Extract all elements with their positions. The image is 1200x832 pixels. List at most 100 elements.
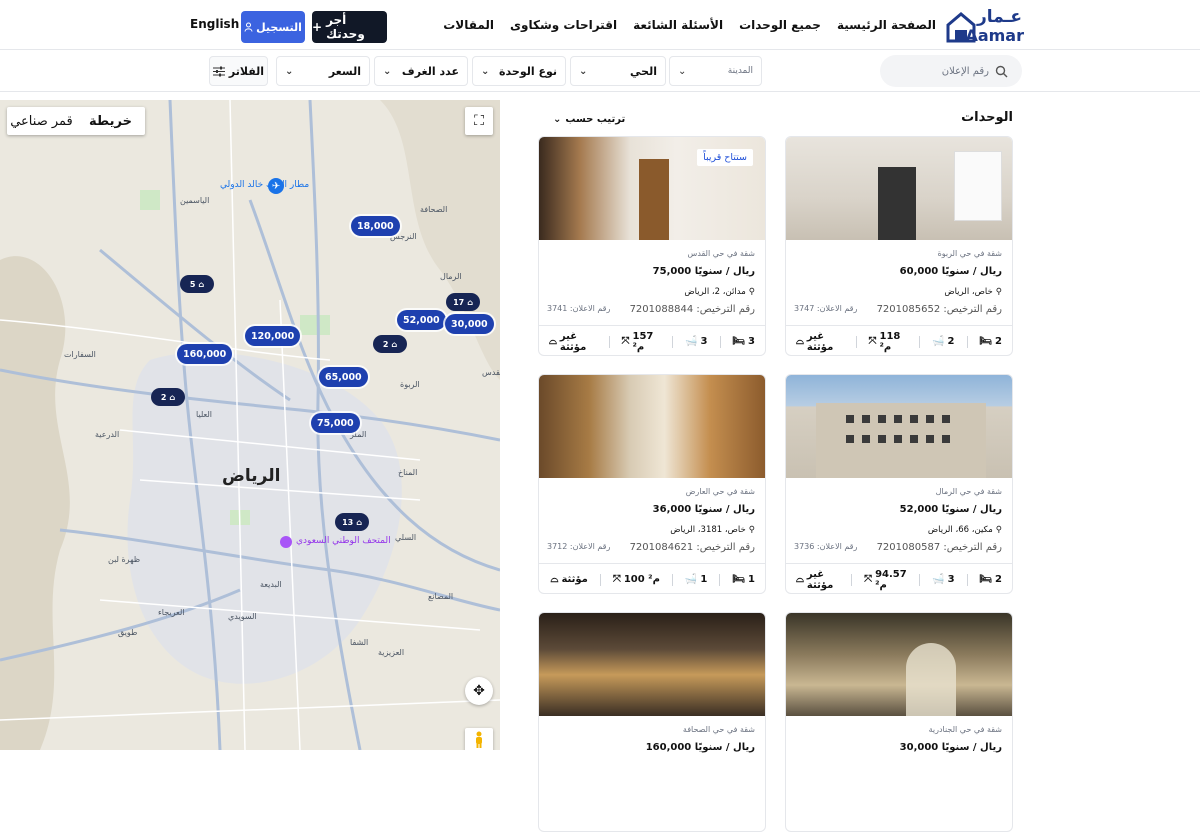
rooms-select[interactable]: ⌄ عدد الغرف — [374, 56, 468, 86]
unit-photo[interactable] — [539, 375, 765, 478]
search-icon — [995, 65, 1008, 77]
baths-count: 3 — [947, 574, 955, 585]
unit-card[interactable]: شقة في حي الرمال 52,000 ريال / سنويًا ⚲ م… — [785, 374, 1013, 594]
unit-photo[interactable] — [786, 137, 1012, 240]
unit-address: ⚲ خاص، 3181، الرياض — [670, 525, 755, 535]
cluster-marker[interactable]: 5 ⌂ — [180, 275, 214, 293]
unit-location: شقة في حي العارض — [685, 487, 755, 496]
district-select[interactable]: ⌄ الحي — [570, 56, 666, 86]
map-district-label: الصحافة — [420, 205, 448, 214]
arch-shape — [906, 643, 956, 716]
street-view-icon[interactable] — [465, 728, 493, 750]
plus-icon: + — [312, 20, 323, 34]
price-pin[interactable]: 18,000 — [351, 216, 400, 236]
cluster-marker[interactable]: 13 ⌂ — [335, 513, 369, 531]
price-pin[interactable]: 120,000 — [245, 326, 301, 346]
unit-photo[interactable] — [539, 613, 765, 716]
chevron-down-icon: ⌄ — [579, 65, 588, 77]
nav-home[interactable]: الصفحة الرئيسية — [837, 18, 936, 32]
unit-photo[interactable] — [786, 375, 1012, 478]
price-select[interactable]: ⌄ السعر — [276, 56, 370, 86]
unit-license: رقم الترخيص: 7201088844 — [629, 304, 755, 315]
map-district-label: القدس — [482, 368, 500, 377]
bath-icon: 🛁 — [932, 336, 945, 347]
unit-features: 🛏 2 🛁 3 ⤧ 94.57 م² ⌓ غير مؤثثة — [786, 563, 1012, 593]
furnished-value: مؤثثة — [561, 574, 588, 585]
price-pin[interactable]: 75,000 — [311, 413, 360, 433]
city-select[interactable]: ⌄ المدينة — [669, 56, 762, 86]
unit-ad-number: رقم الاعلان: 3712 — [547, 542, 611, 551]
filters-button[interactable]: الفلاتر — [209, 56, 268, 86]
unit-license-row: رقم الاعلان: 3736 رقم الترخيص: 720108058… — [794, 542, 1002, 553]
map-district-label: العريجاء — [158, 608, 185, 617]
beds-feature: 🛏 1 — [732, 574, 755, 585]
unit-ad-number: رقم الاعلان: 3747 — [794, 304, 858, 313]
aamar-logo[interactable]: عـمار Aamar — [946, 7, 1024, 45]
windows-shape — [846, 415, 956, 423]
map-view[interactable]: قمر صناعي خريطة ⛶ مطار الملك خالد الدولي… — [0, 100, 500, 750]
unit-location: شقة في حي الرمال — [935, 487, 1002, 496]
area-value: 118 م² — [879, 330, 901, 353]
map-district-label: العزيزية — [378, 648, 405, 657]
map-type-toggle: قمر صناعي خريطة — [7, 107, 145, 135]
unit-address-text: مكين، 66، الرياض — [927, 525, 993, 535]
furnished-feature: ⌓ غير مؤثثة — [549, 331, 597, 353]
home-icon: ⌂ — [356, 517, 362, 527]
price-pin[interactable]: 160,000 — [177, 344, 233, 364]
map-tab[interactable]: خريطة — [76, 107, 145, 135]
beds-count: 2 — [995, 574, 1002, 585]
price-pin[interactable]: 30,000 — [445, 314, 494, 334]
unit-card[interactable]: شقة في حي العارض 36,000 ريال / سنويًا ⚲ خ… — [538, 374, 766, 594]
rent-unit-button[interactable]: + أجر وحدتك — [312, 11, 387, 43]
price-pin[interactable]: 65,000 — [319, 367, 368, 387]
door-shape — [639, 159, 669, 240]
nav-feedback[interactable]: اقتراحات وشكاوى — [510, 18, 617, 32]
cluster-count: 2 — [160, 392, 167, 402]
unit-card[interactable]: شقة في حي الصحافة 160,000 ريال / سنويًا — [538, 612, 766, 832]
chevron-down-icon: ⌄ — [383, 65, 392, 77]
price-select-label: السعر — [328, 64, 361, 78]
map-district-label: الياسمين — [180, 196, 210, 205]
unit-type-select[interactable]: ⌄ نوع الوحدة — [472, 56, 566, 86]
main-nav: الصفحة الرئيسية جميع الوحدات الأسئلة الش… — [443, 18, 936, 32]
map-pan-control[interactable]: ✥ — [465, 677, 493, 705]
logo-english: Aamar — [965, 26, 1024, 45]
bed-icon: 🛏 — [732, 574, 746, 585]
furnished-value: غير مؤثثة — [806, 568, 834, 591]
rooms-select-label: عدد الغرف — [401, 64, 459, 78]
map-pin-icon: ⚲ — [995, 525, 1002, 535]
map-pin-icon: ⚲ — [748, 525, 755, 535]
unit-features: 🛏 1 🛁 1 ⤧ 100 م² ⌓ مؤثثة — [539, 563, 765, 593]
windows-shape — [846, 435, 956, 443]
price-pin[interactable]: 52,000 — [397, 310, 446, 330]
cluster-count: 2 — [382, 339, 389, 349]
panel-shape — [954, 151, 1002, 221]
map-district-label: طويق — [118, 628, 138, 637]
door-shape — [878, 167, 916, 240]
sort-dropdown[interactable]: ⌄ ترتيب حسب — [553, 114, 625, 125]
unit-card[interactable]: شقة في حي الربوة 60,000 ريال / سنويًا ⚲ خ… — [785, 136, 1013, 356]
unit-photo[interactable] — [786, 613, 1012, 716]
beds-count: 3 — [748, 336, 755, 347]
satellite-tab[interactable]: قمر صناعي — [7, 107, 76, 135]
cluster-marker[interactable]: 17 ⌂ — [446, 293, 480, 311]
cluster-marker[interactable]: 2 ⌂ — [373, 335, 407, 353]
fullscreen-icon[interactable]: ⛶ — [465, 107, 493, 135]
nav-articles[interactable]: المقالات — [443, 18, 494, 32]
area-feature: ⤧ 94.57 م² — [864, 569, 907, 591]
register-button[interactable]: التسجيل — [241, 11, 305, 43]
airport-icon: ✈ — [268, 178, 284, 194]
ad-number-search[interactable]: رقم الإعلان — [880, 55, 1022, 87]
unit-card[interactable]: شقة في حي الجنادرية 30,000 ريال / سنويًا — [785, 612, 1013, 832]
unit-address-text: خاص، الرياض — [944, 287, 993, 297]
sofa-icon: ⌓ — [796, 574, 804, 585]
chevron-down-icon: ⌄ — [553, 114, 562, 125]
city-select-label: المدينة — [727, 66, 753, 76]
cluster-marker[interactable]: 2 ⌂ — [151, 388, 185, 406]
filter-bar: رقم الإعلان ⌄ المدينة ⌄ الحي ⌄ نوع الوحد… — [0, 50, 1200, 92]
unit-price: 30,000 ريال / سنويًا — [899, 742, 1002, 753]
nav-faq[interactable]: الأسئلة الشائعة — [633, 18, 723, 32]
nav-all-units[interactable]: جميع الوحدات — [739, 18, 821, 32]
language-switch[interactable]: English — [190, 17, 239, 31]
unit-card[interactable]: ستتاح قريباً شقة في حي القدس 75,000 ريال… — [538, 136, 766, 356]
